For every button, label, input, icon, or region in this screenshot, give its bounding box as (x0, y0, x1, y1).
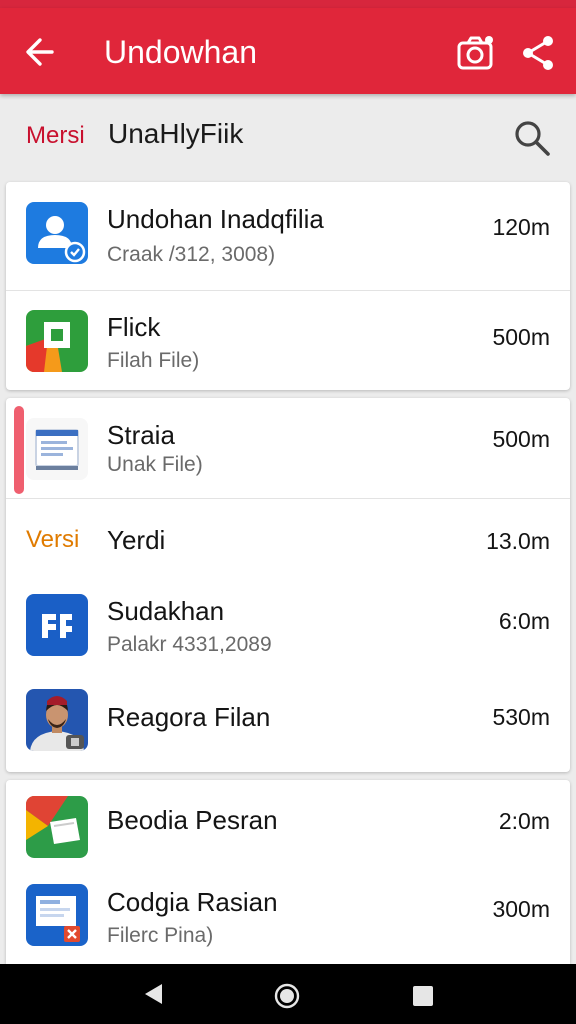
contact-doc-icon (26, 202, 88, 264)
item-size: 120m (492, 214, 550, 240)
arrow-back-icon[interactable] (24, 32, 56, 72)
item-subtitle: Unak File) (107, 453, 203, 476)
list-item[interactable]: Undohan Inadqfilia Craak /312, 3008) 120… (6, 182, 570, 291)
item-subtitle: Filerc Pina) (107, 924, 214, 947)
document-icon (26, 418, 88, 480)
camera-icon[interactable] (456, 34, 494, 72)
file-card-2: Straia Unak File) 500m Versi Yerdi 13.0m… (6, 398, 570, 772)
item-subtitle: Craak /312, 3008) (107, 243, 276, 266)
nav-recents-icon[interactable] (412, 985, 434, 1007)
avatar-icon (26, 689, 88, 751)
item-name: Beodia Pesran (107, 805, 278, 835)
presentation-icon (26, 884, 88, 946)
search-icon[interactable] (512, 118, 552, 158)
item-name: Flick (107, 312, 161, 342)
list-item[interactable]: Straia Unak File) 500m (6, 398, 570, 499)
slides-icon (26, 796, 88, 858)
nav-back-icon[interactable] (142, 982, 166, 1006)
status-bar (0, 0, 576, 8)
item-size: 530m (492, 704, 550, 730)
item-size: 300m (492, 896, 550, 922)
item-name: Codgia Rasian (107, 887, 278, 917)
system-nav-bar (0, 964, 576, 1024)
list-item[interactable]: Beodia Pesran 2:0m (6, 780, 570, 864)
item-subtitle: Filah File) (107, 349, 200, 372)
share-icon[interactable] (520, 34, 556, 72)
blue-app-icon (26, 594, 88, 656)
list-item[interactable]: Sudakhan Palakr 4331,2089 6:0m (6, 582, 570, 674)
item-name: Reagora Filan (107, 702, 271, 732)
list-item[interactable]: Flick Filah File) 500m (6, 290, 570, 390)
section-label: Versi (26, 526, 80, 553)
list-item[interactable]: Reagora Filan 530m (6, 674, 570, 772)
item-name: Straia (107, 420, 175, 450)
file-card-3: Beodia Pesran 2:0m Codgia Rasian Filerc … (6, 780, 570, 964)
green-app-icon (26, 310, 88, 372)
item-name: Sudakhan (107, 596, 225, 626)
item-name: Undohan Inadqfilia (107, 204, 324, 234)
app-title: Undowhan (104, 34, 257, 70)
item-size: 6:0m (498, 608, 550, 634)
search-query[interactable]: UnaHlyFiik (108, 118, 243, 150)
section-row[interactable]: Versi Yerdi 13.0m (6, 498, 570, 582)
item-name: Yerdi (107, 525, 166, 555)
item-size: 2:0m (498, 808, 550, 834)
search-row[interactable]: Mersi UnaHlyFiik (0, 96, 576, 180)
item-size: 500m (492, 324, 550, 350)
search-prefix: Mersi (26, 122, 85, 149)
item-subtitle: Palakr 4331,2089 (107, 633, 272, 656)
app-bar: Undowhan (0, 8, 576, 94)
list-item[interactable]: Codgia Rasian Filerc Pina) 300m (6, 864, 570, 964)
item-size: 500m (492, 426, 550, 452)
file-card-1: Undohan Inadqfilia Craak /312, 3008) 120… (6, 182, 570, 390)
item-size: 13.0m (486, 528, 550, 554)
nav-home-icon[interactable] (274, 983, 300, 1009)
